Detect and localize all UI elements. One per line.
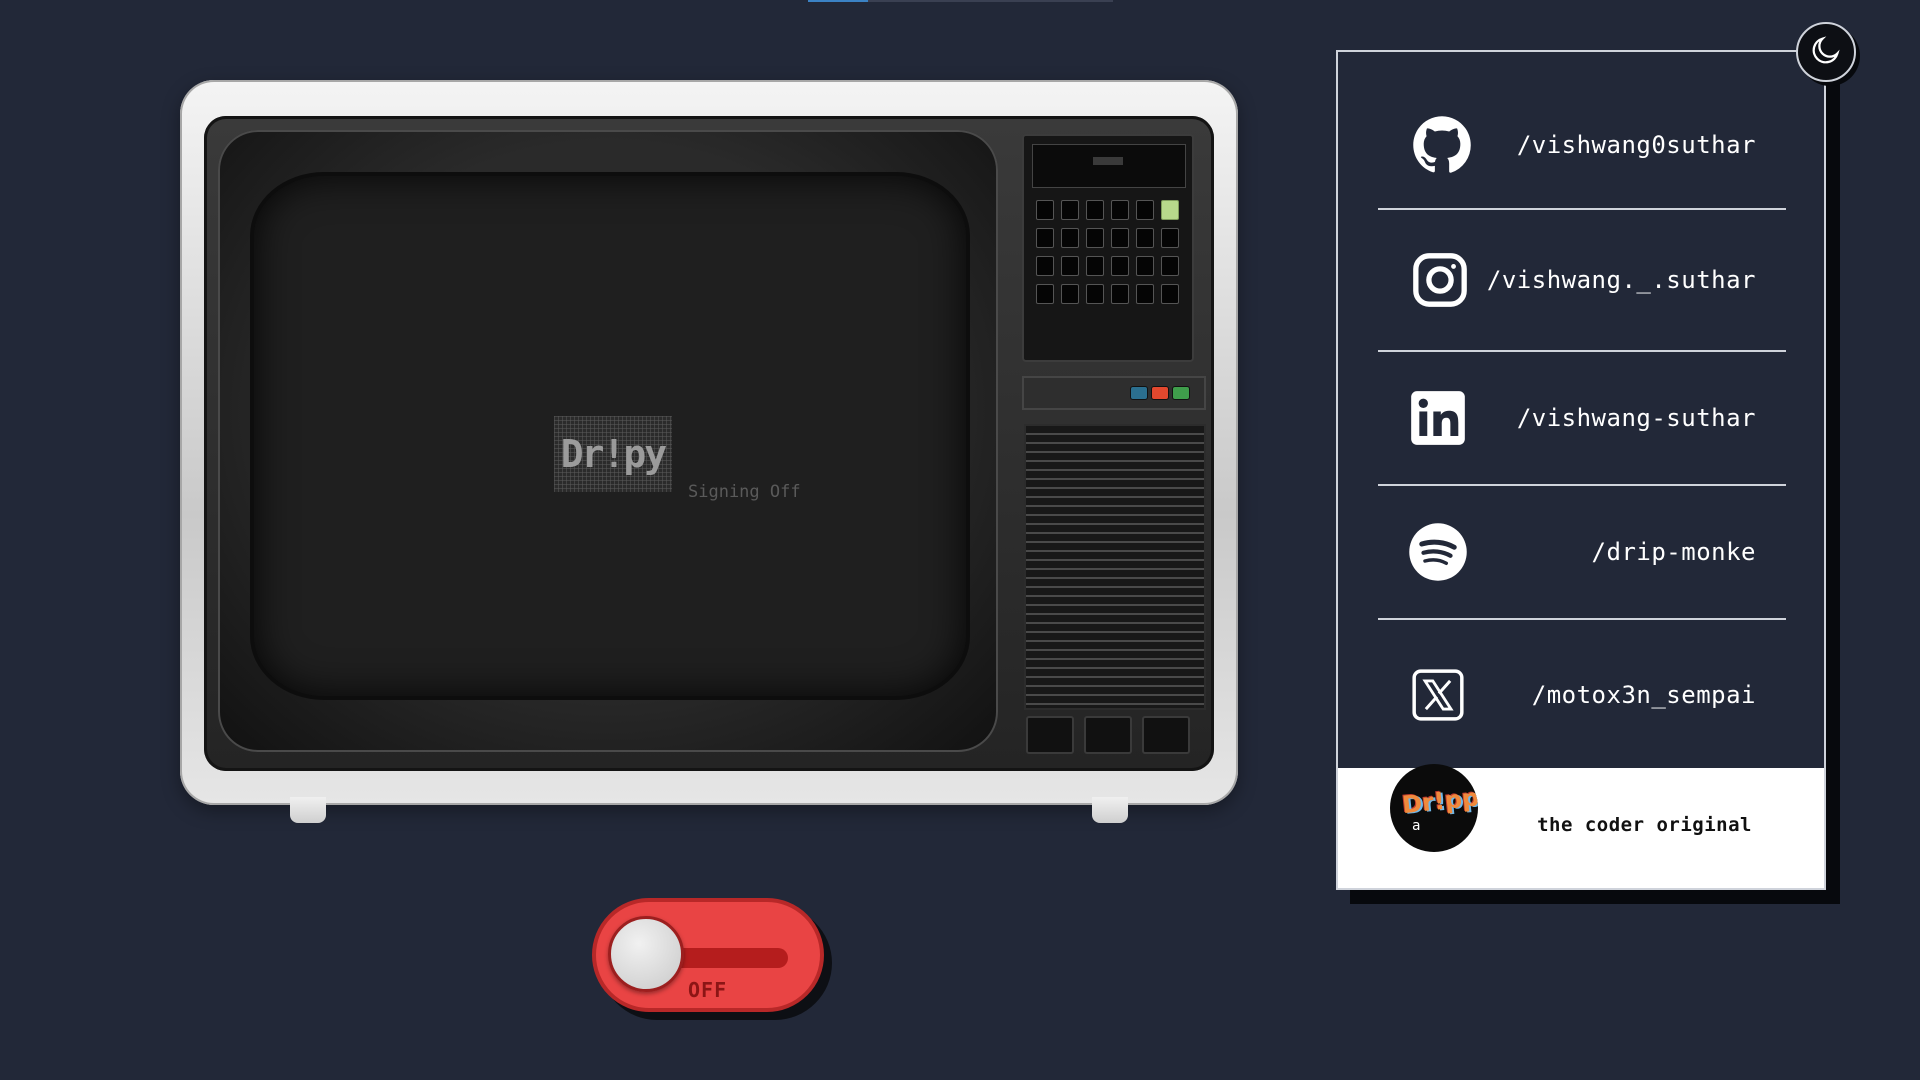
social-handle[interactable]: /motox3n_sempai: [1532, 681, 1756, 709]
channel-button: [1036, 228, 1054, 248]
github-icon[interactable]: [1412, 115, 1472, 175]
social-handle[interactable]: /vishwang0suthar: [1517, 131, 1756, 159]
social-link-instagram[interactable]: /vishwang._.suthar: [1378, 210, 1786, 352]
tv-control-panel: [1012, 128, 1206, 758]
tv-body: Dr!py Signing Off: [204, 116, 1214, 771]
red-dot: [1151, 386, 1169, 400]
speaker-grille: [1024, 424, 1206, 710]
channel-button: [1086, 284, 1104, 304]
x-icon[interactable]: [1408, 665, 1468, 725]
channel-button: [1136, 256, 1154, 276]
channel-button: [1086, 256, 1104, 276]
tv-bezel: Dr!py Signing Off: [218, 130, 998, 752]
retro-tv: Dr!py Signing Off: [180, 80, 1238, 823]
channel-button: [1036, 284, 1054, 304]
color-indicator-strip: [1022, 376, 1206, 410]
avatar-small-text: a: [1412, 818, 1421, 834]
channel-buttons: [1036, 200, 1186, 304]
channel-button: [1136, 284, 1154, 304]
channel-button: [1111, 284, 1129, 304]
theme-toggle-button[interactable]: [1796, 22, 1856, 82]
power-toggle[interactable]: OFF: [592, 898, 824, 1012]
toggle-knob[interactable]: [608, 916, 684, 992]
channel-button-green: [1161, 200, 1179, 220]
channel-button: [1161, 228, 1179, 248]
tv-bottom-buttons: [1026, 716, 1190, 754]
social-link-linkedin[interactable]: /vishwang-suthar: [1378, 352, 1786, 486]
instagram-icon[interactable]: [1410, 250, 1470, 310]
blue-dot: [1130, 386, 1148, 400]
channel-button: [1086, 200, 1104, 220]
moon-icon: [1809, 33, 1843, 71]
channel-panel: [1022, 134, 1194, 362]
channel-button: [1136, 200, 1154, 220]
top-progress-bar: [808, 0, 1113, 2]
toggle-track: [666, 948, 788, 968]
tv-screen: Dr!py Signing Off: [254, 176, 966, 696]
social-link-x[interactable]: /motox3n_sempai: [1378, 620, 1786, 770]
top-progress-segment: [808, 0, 868, 2]
channel-button: [1161, 284, 1179, 304]
channel-button: [1061, 228, 1079, 248]
channel-button: [1061, 200, 1079, 220]
status-text: Signing Off: [688, 482, 801, 502]
linkedin-icon[interactable]: [1408, 388, 1468, 448]
tv-foot-right: [1092, 797, 1128, 823]
toggle-state-label: OFF: [688, 978, 728, 1002]
channel-button: [1036, 200, 1054, 220]
tv-power-button: [1026, 716, 1074, 754]
channel-button: [1061, 284, 1079, 304]
channel-button: [1111, 228, 1129, 248]
social-link-github[interactable]: /vishwang0suthar: [1378, 82, 1786, 210]
profile-tagline: the coder original: [1537, 814, 1752, 836]
channel-button: [1161, 256, 1179, 276]
panel-display: [1032, 144, 1186, 188]
channel-button: [1061, 256, 1079, 276]
social-link-spotify[interactable]: /drip-monke: [1378, 486, 1786, 620]
channel-button: [1086, 228, 1104, 248]
color-dots: [1130, 386, 1190, 400]
tv-input-button: [1084, 716, 1132, 754]
social-handle[interactable]: /vishwang-suthar: [1517, 404, 1756, 432]
channel-button: [1136, 228, 1154, 248]
channel-button: [1036, 256, 1054, 276]
panel-led: [1093, 157, 1123, 165]
tv-jack: [1142, 716, 1190, 754]
profile-footer: Dr!pply a the coder original: [1338, 764, 1824, 888]
social-links-card: /vishwang0suthar /vishwang._.suthar /vis…: [1336, 50, 1826, 890]
green-dot: [1172, 386, 1190, 400]
social-handle[interactable]: /drip-monke: [1592, 538, 1756, 566]
drip-logo: Dr!py: [554, 416, 672, 492]
social-handle[interactable]: /vishwang._.suthar: [1487, 266, 1756, 294]
avatar-icon: Dr!pply a: [1390, 764, 1478, 852]
spotify-icon[interactable]: [1408, 522, 1468, 582]
tv-foot-left: [290, 797, 326, 823]
avatar-art-text: Dr!pply: [1400, 780, 1478, 820]
channel-button: [1111, 200, 1129, 220]
channel-button: [1111, 256, 1129, 276]
